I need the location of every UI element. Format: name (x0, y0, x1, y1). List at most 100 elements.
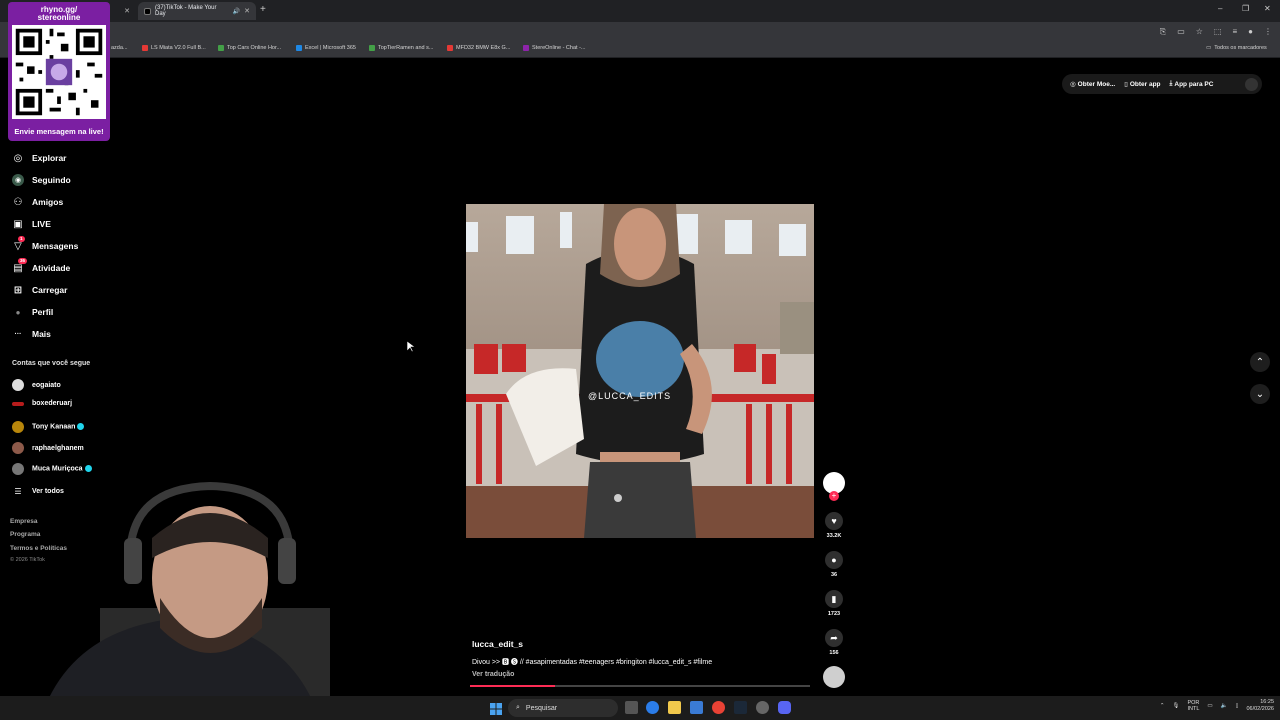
chrome-icon[interactable] (712, 701, 725, 714)
bookmark-item[interactable]: azda... (111, 45, 128, 51)
battery-icon[interactable]: ▯ (1235, 703, 1238, 709)
video-watermark: @LUCCA_EDITS (588, 391, 672, 401)
folder-icon: ▭ (1206, 45, 1212, 51)
followed-account[interactable]: boxederuarj (12, 400, 72, 407)
bookmark-favicon-icon (218, 45, 224, 51)
network-icon[interactable]: ▭ (1207, 703, 1212, 709)
media-icon[interactable]: ≡ (1232, 27, 1237, 37)
video-progress-bar[interactable] (470, 685, 810, 687)
sidebar-item-mensagens[interactable]: ▽ 1 Mensagens (12, 236, 78, 252)
chevron-up-icon[interactable]: ⌃ (1160, 703, 1165, 709)
extensions-icon[interactable]: ⬚ (1214, 27, 1222, 37)
video-player[interactable] (466, 204, 814, 538)
see-translation-link[interactable]: Ver tradução (472, 671, 514, 678)
top-actions-bar: ◎ Obter Moe... ▯ Obter app ⤓ App para PC (1062, 74, 1262, 94)
translate-icon[interactable]: ⎘ (1160, 27, 1166, 37)
followed-account[interactable]: eogaiato (12, 379, 61, 391)
taskbar-search[interactable]: ⌕ Pesquisar (508, 699, 618, 717)
music-disc-icon[interactable] (823, 666, 845, 688)
next-video-button[interactable]: ⌄ (1250, 384, 1270, 404)
bookmark-item[interactable]: Top Cars Online Hor... (218, 45, 281, 51)
sidebar-item-explorar[interactable]: ◎ Explorar (12, 152, 67, 164)
minimize-icon[interactable]: – (1218, 4, 1222, 13)
bookmark-favicon-icon (447, 45, 453, 51)
copilot-icon[interactable] (646, 701, 659, 714)
profile-icon[interactable]: ● (1248, 27, 1253, 37)
speaker-icon[interactable]: 🔊 (233, 8, 240, 15)
share-count: 156 (829, 650, 839, 656)
save-count: 1723 (827, 611, 841, 617)
cast-icon[interactable]: ▭ (1177, 27, 1185, 37)
chevron-up-icon: ⌃ (1255, 356, 1265, 368)
followed-account[interactable]: raphaelghanem (12, 442, 84, 454)
avatar (12, 401, 24, 406)
bookmark-item[interactable]: StereOnline - Chat -... (523, 45, 586, 51)
volume-icon[interactable]: 🔈 (1221, 703, 1228, 709)
close-window-icon[interactable]: ✕ (1264, 4, 1271, 13)
like-count: 33.2K (826, 533, 842, 539)
get-coins-button[interactable]: ◎ Obter Moe... (1070, 80, 1115, 89)
profile-avatar-icon: ● (15, 307, 21, 317)
pc-app-button[interactable]: ⤓ App para PC (1170, 80, 1214, 88)
sidebar-item-live[interactable]: ▣ LIVE (12, 218, 51, 230)
followed-account[interactable]: Muca Muriçoca (12, 463, 92, 475)
followed-account[interactable]: Tony Kanaan (12, 421, 85, 433)
menu-icon[interactable]: ⋮ (1264, 27, 1272, 37)
language-indicator[interactable]: POR INTL (1187, 700, 1199, 712)
mouse-cursor-icon (407, 341, 415, 353)
browser-tab-tiktok[interactable]: (37)TikTok - Make Your Day 🔊 ✕ (138, 2, 256, 20)
video-author[interactable]: lucca_edit_s (472, 639, 523, 649)
bookmark-item[interactable]: LS Miata V2.0 Full B... (142, 45, 206, 51)
steam-icon[interactable] (734, 701, 747, 714)
share-icon: ➦ (825, 629, 843, 647)
sidebar-item-mais[interactable]: ··· Mais (12, 328, 51, 340)
sidebar-item-amigos[interactable]: ⚇ Amigos (12, 196, 64, 208)
heart-icon: ♥ (825, 512, 843, 530)
task-view-icon[interactable] (625, 701, 638, 714)
chevron-down-icon: ⌄ (1255, 388, 1265, 400)
discord-icon[interactable] (778, 701, 791, 714)
tab-title: (37)TikTok - Make Your Day (155, 5, 217, 17)
like-button[interactable]: ♥ 33.2K (821, 512, 847, 539)
activity-icon: ▤ 36 (13, 258, 28, 274)
bookmark-item[interactable]: Excel | Microsoft 365 (296, 45, 356, 51)
microphone-icon[interactable]: 🎙 (1172, 703, 1179, 709)
maximize-icon[interactable]: ❐ (1242, 4, 1249, 13)
avatar (12, 463, 24, 475)
app-icon[interactable] (756, 701, 769, 714)
follow-plus-icon[interactable]: + (829, 491, 839, 501)
star-icon[interactable]: ☆ (1196, 27, 1203, 37)
all-bookmarks[interactable]: ▭ Todos os marcadores (1206, 45, 1267, 51)
stream-qr-overlay: rhyno.gg/ stereonline Envie mensagem na … (8, 2, 110, 141)
comment-count: 36 (830, 572, 838, 578)
webcam-overlay (40, 481, 330, 720)
store-icon[interactable] (690, 701, 703, 714)
sidebar-item-perfil[interactable]: ● Perfil (12, 306, 54, 318)
avatar (12, 379, 24, 391)
verified-icon (84, 465, 92, 473)
comment-button[interactable]: ● 36 (821, 551, 847, 578)
browser-tab-inactive[interactable]: ✕ (110, 2, 136, 20)
bookmark-item[interactable]: MFD32 BMW E8x G... (447, 45, 510, 51)
windows-taskbar: ⌕ Pesquisar ⌃ 🎙 POR INTL ▭ 🔈 ▯ 16:25 06/02… (0, 696, 1280, 720)
clock[interactable]: 16:25 06/02/2026 (1246, 699, 1274, 713)
bookmarks-bar: azda... LS Miata V2.0 Full B... Top Cars… (0, 42, 1280, 58)
windows-start-icon[interactable] (490, 702, 502, 715)
new-tab-icon[interactable]: + (260, 4, 266, 15)
search-icon: ⌕ (516, 704, 520, 711)
sidebar-item-atividade[interactable]: ▤ 36 Atividade (12, 258, 70, 274)
file-explorer-icon[interactable] (668, 701, 681, 714)
get-app-button[interactable]: ▯ Obter app (1124, 80, 1160, 89)
bookmark-item[interactable]: TopTierRamen and s... (369, 45, 433, 51)
more-icon: ··· (14, 330, 22, 338)
user-avatar[interactable] (1245, 77, 1258, 91)
browser-toolbar: ⎘ ▭ ☆ ⬚ ≡ ● ⋮ (0, 22, 1280, 42)
sidebar-item-carregar[interactable]: ⊞ Carregar (12, 284, 68, 296)
share-button[interactable]: ➦ 156 (821, 629, 847, 656)
close-tab-icon[interactable]: ✕ (124, 7, 130, 15)
qr-call-to-action: Envie mensagem na live! (14, 127, 104, 136)
sidebar-item-seguindo[interactable]: ◉ Seguindo (12, 174, 71, 186)
close-tab-icon[interactable]: ✕ (244, 7, 250, 15)
save-button[interactable]: ▮ 1723 (821, 590, 847, 617)
previous-video-button[interactable]: ⌃ (1250, 352, 1270, 372)
